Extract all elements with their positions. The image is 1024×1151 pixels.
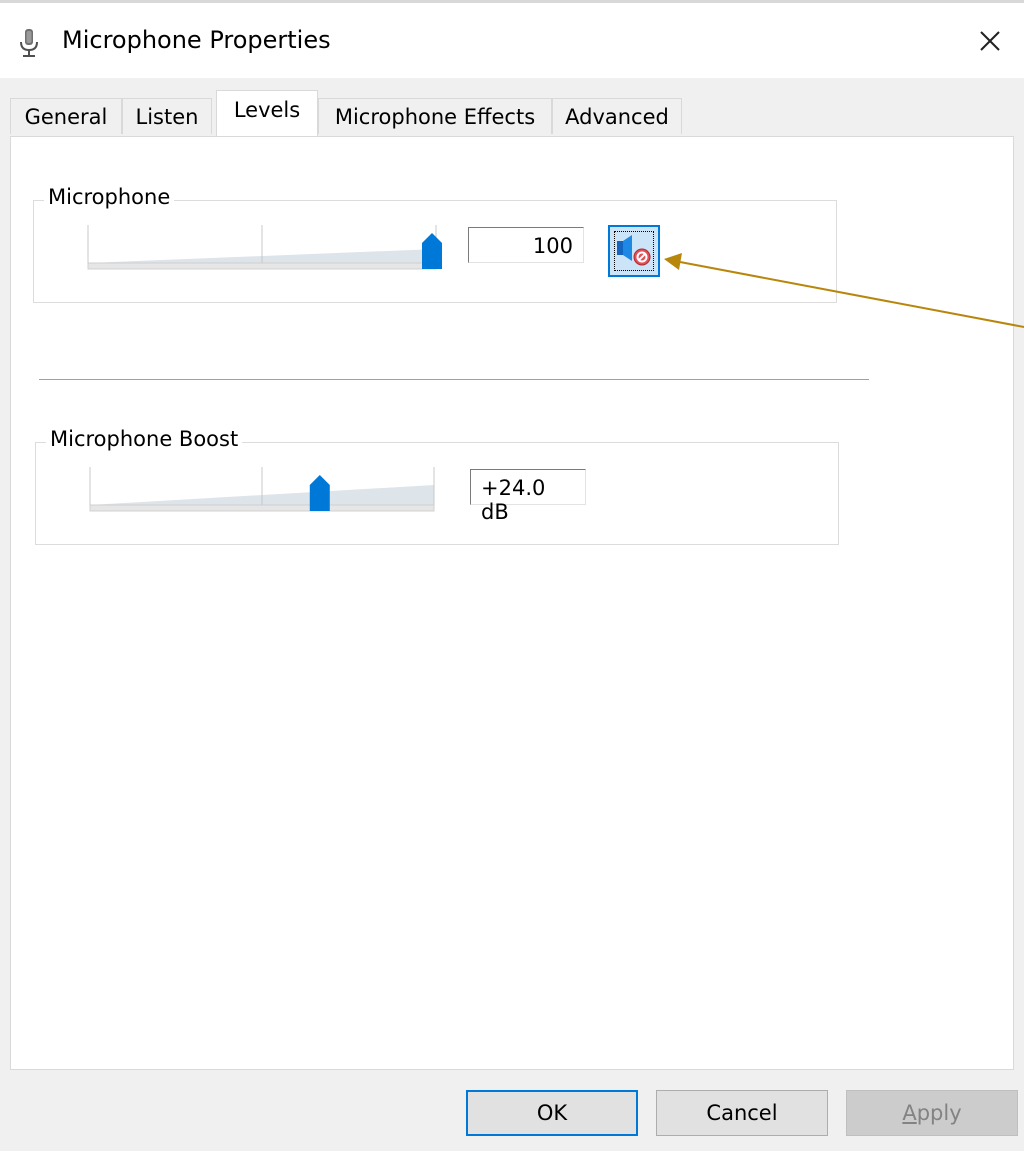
mute-button[interactable] xyxy=(608,225,660,277)
microphone-boost-slider[interactable] xyxy=(88,461,460,513)
microphone-boost-slider-track xyxy=(89,504,435,512)
cancel-button[interactable]: Cancel xyxy=(656,1090,828,1136)
tab-microphone-effects[interactable]: Microphone Effects xyxy=(318,98,552,134)
microphone-boost-field[interactable]: +24.0 dB xyxy=(470,469,586,524)
tab-strip: General Listen Levels Microphone Effects… xyxy=(10,90,1014,138)
microphone-slider[interactable] xyxy=(86,219,458,271)
microphone-boost-group-label: Microphone Boost xyxy=(46,427,243,451)
apply-button[interactable]: Apply xyxy=(846,1090,1018,1136)
microphone-boost-slider-thumb[interactable] xyxy=(309,475,330,511)
apply-button-mnemonic: A xyxy=(902,1101,917,1125)
close-icon[interactable] xyxy=(968,20,1012,64)
title-bar: Microphone Properties xyxy=(0,0,1024,78)
tab-general[interactable]: General xyxy=(10,98,122,134)
microphone-group-label: Microphone xyxy=(44,185,175,209)
microphone-slider-thumb[interactable] xyxy=(422,233,442,269)
ok-button[interactable]: OK xyxy=(466,1090,638,1136)
tab-levels[interactable]: Levels xyxy=(216,90,318,136)
apply-button-label: pply xyxy=(916,1101,962,1125)
title-bar-top-edge xyxy=(0,0,1024,3)
microphone-level-field[interactable]: 100 xyxy=(468,227,584,263)
window-title: Microphone Properties xyxy=(62,26,331,54)
microphone-group: Microphone 100 xyxy=(33,185,837,303)
microphone-icon xyxy=(20,29,38,57)
microphone-slider-track xyxy=(87,262,437,270)
tab-listen[interactable]: Listen xyxy=(122,98,212,134)
tab-advanced[interactable]: Advanced xyxy=(552,98,682,134)
separator-line xyxy=(39,379,869,380)
microphone-boost-group: Microphone Boost +24.0 dB xyxy=(35,427,839,545)
levels-panel: Microphone 100 Microphone Boost +24.0 dB xyxy=(10,136,1014,1070)
speaker-muted-icon xyxy=(617,235,651,266)
